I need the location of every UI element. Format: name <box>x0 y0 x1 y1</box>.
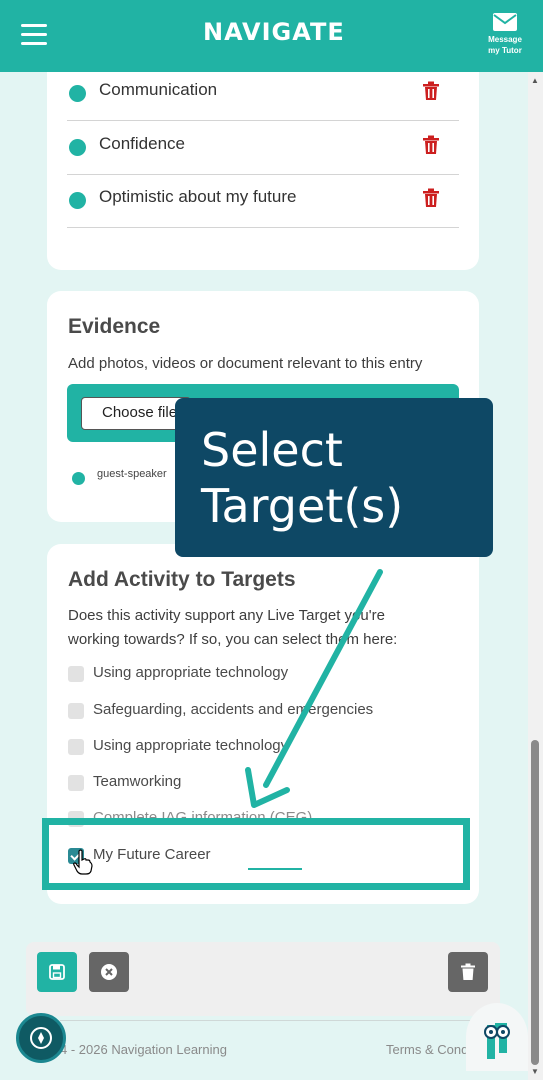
scroll-down-icon[interactable]: ▼ <box>531 1067 539 1076</box>
helper-icon <box>484 1023 510 1059</box>
evidence-subtitle: Add photos, videos or document relevant … <box>68 355 423 372</box>
target-label: Using appropriate technology <box>93 737 289 754</box>
trash-icon[interactable] <box>422 188 440 208</box>
save-icon <box>49 964 65 980</box>
select-targets-tooltip: Select Target(s) <box>175 398 493 557</box>
quality-item: Confidence <box>67 121 459 175</box>
quality-label: Optimistic about my future <box>99 187 297 206</box>
terms-link[interactable]: Terms & Conditions <box>386 1042 476 1057</box>
footer-copyright: 4 - 2026 Navigation Learning <box>60 1042 227 1057</box>
app-header: NAVIGATE Message my Tutor <box>0 0 543 72</box>
quality-label: Confidence <box>99 134 186 153</box>
close-icon <box>101 964 117 980</box>
compass-icon <box>30 1027 52 1049</box>
targets-question-line1: Does this activity support any Live Targ… <box>68 607 385 624</box>
hand-cursor-icon <box>73 849 93 875</box>
quality-item: Communication <box>67 67 459 121</box>
target-checkbox[interactable] <box>68 666 84 682</box>
targets-title: Add Activity to Targets <box>68 568 296 591</box>
message-label-2: my Tutor <box>488 46 522 55</box>
evidence-title: Evidence <box>68 315 161 338</box>
tooltip-text: Select Target(s) <box>201 423 404 533</box>
scrollbar-thumb[interactable] <box>531 740 539 1065</box>
targets-question-line2: working towards? If so, you can select t… <box>68 631 398 648</box>
helper-button[interactable] <box>466 1003 528 1071</box>
envelope-icon <box>493 13 517 31</box>
quality-dot <box>69 192 86 209</box>
hamburger-icon[interactable] <box>21 24 47 46</box>
highlight-box <box>42 818 470 890</box>
trash-icon[interactable] <box>422 81 440 101</box>
target-checkbox[interactable] <box>68 703 84 719</box>
cancel-button[interactable] <box>89 952 129 992</box>
target-label: Using appropriate technology <box>93 664 289 681</box>
save-button[interactable] <box>37 952 77 992</box>
file-dot <box>72 472 85 485</box>
scroll-up-icon[interactable]: ▲ <box>531 76 539 85</box>
message-tutor-button[interactable]: Message my Tutor <box>480 12 530 57</box>
quality-item: Optimistic about my future <box>67 174 459 228</box>
quality-dot <box>69 85 86 102</box>
app-logo: NAVIGATE <box>203 18 345 46</box>
compass-button[interactable] <box>16 1013 66 1063</box>
scrollbar[interactable]: ▲ ▼ <box>528 72 543 1080</box>
target-label: Teamworking <box>93 773 182 790</box>
trash-icon[interactable] <box>422 135 440 155</box>
footer-divider <box>60 1020 512 1021</box>
target-label: Safeguarding, accidents and emergencies <box>93 701 374 718</box>
quality-dot <box>69 139 86 156</box>
delete-entry-button[interactable] <box>448 952 488 992</box>
quality-label: Communication <box>99 80 218 99</box>
trash-icon <box>461 963 475 980</box>
target-checkbox[interactable] <box>68 739 84 755</box>
target-checkbox[interactable] <box>68 775 84 791</box>
attached-file-name[interactable]: guest-speaker <box>97 468 167 480</box>
